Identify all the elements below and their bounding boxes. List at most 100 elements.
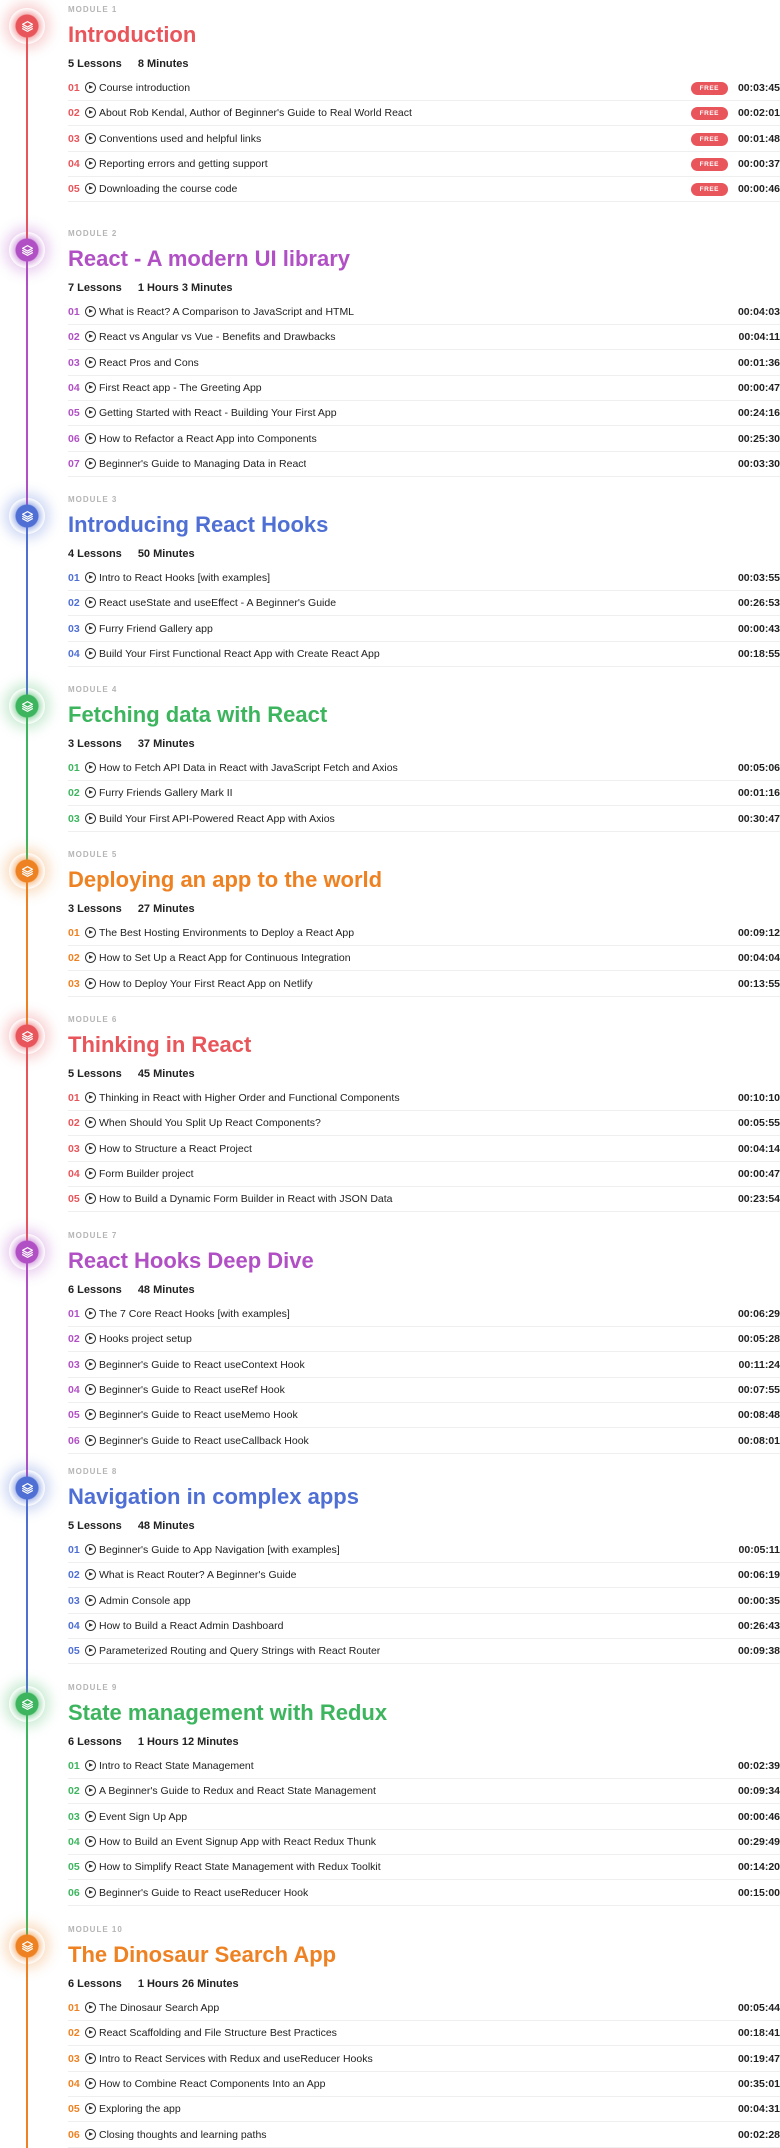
play-icon[interactable] [85,1359,96,1370]
play-icon[interactable] [85,762,96,773]
lesson-row[interactable]: 02 When Should You Split Up React Compone… [68,1111,780,1136]
lesson-row[interactable]: 03 React Pros and Cons 00:01:36 [68,351,780,376]
play-icon[interactable] [85,813,96,824]
lesson-row[interactable]: 01 What is React? A Comparison to JavaScr… [68,300,780,325]
play-icon[interactable] [85,133,96,144]
play-icon[interactable] [85,2129,96,2140]
lesson-row[interactable]: 01 Intro to React Hooks [with examples] 00… [68,566,780,591]
lesson-title[interactable]: Reporting errors and getting support [99,157,268,171]
play-icon[interactable] [85,1760,96,1771]
lesson-row[interactable]: 05 Downloading the course code FREE 00:00:4… [68,177,780,202]
lesson-row[interactable]: 01 The 7 Core React Hooks [with examples]… [68,1302,780,1327]
play-icon[interactable] [85,952,96,963]
play-icon[interactable] [85,1544,96,1555]
lesson-row[interactable]: 03 Furry Friend Gallery app 00:00:43 [68,617,780,642]
play-icon[interactable] [85,82,96,93]
lesson-title[interactable]: What is React? A Comparison to JavaScrip… [99,305,354,319]
lesson-title[interactable]: A Beginner's Guide to Redux and React St… [99,1784,376,1798]
play-icon[interactable] [85,1785,96,1796]
play-icon[interactable] [85,433,96,444]
play-icon[interactable] [85,1384,96,1395]
play-icon[interactable] [85,107,96,118]
play-icon[interactable] [85,382,96,393]
lesson-row[interactable]: 02 How to Set Up a React App for Continuo… [68,946,780,971]
play-icon[interactable] [85,1620,96,1631]
lesson-title[interactable]: React Pros and Cons [99,356,199,370]
play-icon[interactable] [85,1333,96,1344]
lesson-title[interactable]: How to Build a Dynamic Form Builder in R… [99,1192,393,1206]
play-icon[interactable] [85,1861,96,1872]
play-icon[interactable] [85,597,96,608]
lesson-title[interactable]: React vs Angular vs Vue - Benefits and D… [99,330,336,344]
play-icon[interactable] [85,787,96,798]
play-icon[interactable] [85,183,96,194]
play-icon[interactable] [85,623,96,634]
play-icon[interactable] [85,1117,96,1128]
play-icon[interactable] [85,1811,96,1822]
play-icon[interactable] [85,1193,96,1204]
lesson-row[interactable]: 06 Beginner's Guide to React useReducer H… [68,1881,780,1906]
lesson-row[interactable]: 01 Course introduction FREE 00:03:45 [68,76,780,101]
lesson-row[interactable]: 01 Intro to React State Management 00:02:3… [68,1754,780,1779]
play-icon[interactable] [85,1143,96,1154]
lesson-row[interactable]: 01 Thinking in React with Higher Order an… [68,1086,780,1111]
lesson-row[interactable]: 03 Intro to React Services with Redux and… [68,2047,780,2072]
lesson-row[interactable]: 03 How to Structure a React Project 00:04:… [68,1137,780,1162]
lesson-row[interactable]: 06 How to Refactor a React App into Compo… [68,427,780,452]
lesson-title[interactable]: Intro to React Hooks [with examples] [99,571,270,585]
lesson-row[interactable]: 05 Beginner's Guide to React useMemo Hook… [68,1403,780,1428]
lesson-row[interactable]: 03 Event Sign Up App 00:00:46 [68,1805,780,1830]
lesson-title[interactable]: Closing thoughts and learning paths [99,2128,267,2142]
lesson-row[interactable]: 04 How to Build a React Admin Dashboard 00… [68,1614,780,1639]
play-icon[interactable] [85,648,96,659]
lesson-title[interactable]: First React app - The Greeting App [99,381,262,395]
play-icon[interactable] [85,1409,96,1420]
lesson-row[interactable]: 04 Beginner's Guide to React useRef Hook 0… [68,1378,780,1403]
lesson-title[interactable]: When Should You Split Up React Component… [99,1116,321,1130]
lesson-title[interactable]: What is React Router? A Beginner's Guide [99,1568,297,1582]
play-icon[interactable] [85,2103,96,2114]
lesson-row[interactable]: 04 Form Builder project 00:00:47 [68,1162,780,1187]
lesson-row[interactable]: 05 Exploring the app 00:04:31 [68,2097,780,2122]
lesson-title[interactable]: Getting Started with React - Building Yo… [99,406,337,420]
lesson-title[interactable]: How to Combine React Components Into an … [99,2077,325,2091]
lesson-title[interactable]: Hooks project setup [99,1332,192,1346]
play-icon[interactable] [85,357,96,368]
lesson-row[interactable]: 01 The Dinosaur Search App 00:05:44 [68,1996,780,2021]
lesson-row[interactable]: 05 Parameterized Routing and Query String… [68,1639,780,1664]
lesson-title[interactable]: How to Build an Event Signup App with Re… [99,1835,376,1849]
lesson-row[interactable]: 04 How to Combine React Components Into a… [68,2072,780,2097]
play-icon[interactable] [85,458,96,469]
lesson-row[interactable]: 02 React Scaffolding and File Structure B… [68,2021,780,2046]
lesson-title[interactable]: Beginner's Guide to React useContext Hoo… [99,1358,305,1372]
lesson-title[interactable]: Beginner's Guide to React useReducer Hoo… [99,1886,308,1900]
lesson-row[interactable]: 02 A Beginner's Guide to Redux and React … [68,1779,780,1804]
play-icon[interactable] [85,1595,96,1606]
lesson-title[interactable]: Build Your First API-Powered React App w… [99,812,335,826]
play-icon[interactable] [85,927,96,938]
play-icon[interactable] [85,306,96,317]
lesson-title[interactable]: The Dinosaur Search App [99,2001,219,2015]
lesson-row[interactable]: 02 Hooks project setup 00:05:28 [68,1327,780,1352]
lesson-title[interactable]: Exploring the app [99,2102,181,2116]
play-icon[interactable] [85,1887,96,1898]
lesson-title[interactable]: Conventions used and helpful links [99,132,261,146]
lesson-row[interactable]: 05 How to Build a Dynamic Form Builder in… [68,1187,780,1212]
lesson-title[interactable]: Beginner's Guide to React useCallback Ho… [99,1434,309,1448]
lesson-title[interactable]: Parameterized Routing and Query Strings … [99,1644,380,1658]
lesson-title[interactable]: Beginner's Guide to React useMemo Hook [99,1408,298,1422]
lesson-title[interactable]: How to Deploy Your First React App on Ne… [99,977,313,991]
lesson-row[interactable]: 03 Beginner's Guide to React useContext H… [68,1353,780,1378]
play-icon[interactable] [85,1435,96,1446]
lesson-title[interactable]: Beginner's Guide to Managing Data in Rea… [99,457,306,471]
play-icon[interactable] [85,1645,96,1656]
play-icon[interactable] [85,2027,96,2038]
lesson-row[interactable]: 05 How to Simplify React State Management… [68,1855,780,1880]
lesson-title[interactable]: Furry Friends Gallery Mark II [99,786,233,800]
play-icon[interactable] [85,2053,96,2064]
lesson-row[interactable]: 04 How to Build an Event Signup App with … [68,1830,780,1855]
lesson-title[interactable]: How to Set Up a React App for Continuous… [99,951,351,965]
play-icon[interactable] [85,572,96,583]
lesson-row[interactable]: 03 Build Your First API-Powered React App… [68,807,780,832]
lesson-row[interactable]: 01 The Best Hosting Environments to Deplo… [68,921,780,946]
